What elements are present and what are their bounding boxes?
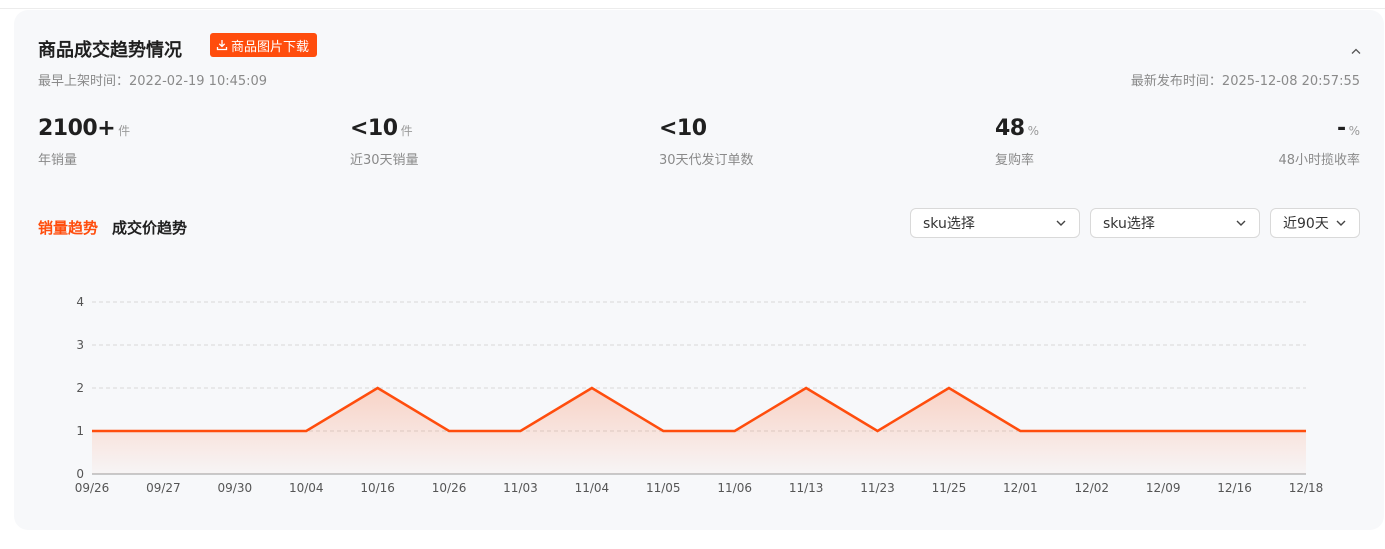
x-tick-label: 11/04 xyxy=(575,481,610,495)
y-tick-label: 2 xyxy=(76,381,84,395)
y-tick-label: 1 xyxy=(76,424,84,438)
x-tick-label: 11/03 xyxy=(503,481,538,495)
x-tick-label: 10/16 xyxy=(360,481,395,495)
x-tick-label: 12/01 xyxy=(1003,481,1038,495)
x-tick-label: 11/23 xyxy=(860,481,895,495)
x-tick-label: 12/02 xyxy=(1074,481,1109,495)
x-tick-label: 11/25 xyxy=(932,481,967,495)
x-tick-label: 11/13 xyxy=(789,481,824,495)
series-line xyxy=(92,386,1306,433)
x-tick-label: 10/04 xyxy=(289,481,324,495)
x-tick-label: 10/26 xyxy=(432,481,467,495)
x-tick-label: 12/09 xyxy=(1146,481,1181,495)
x-tick-label: 11/06 xyxy=(717,481,752,495)
trend-card: 商品成交趋势情况 商品图片下载 最早上架时间：2022-02-19 10:45:… xyxy=(14,10,1384,530)
y-tick-label: 0 xyxy=(76,467,84,481)
x-tick-label: 09/27 xyxy=(146,481,181,495)
y-tick-label: 4 xyxy=(76,295,84,309)
x-tick-label: 09/26 xyxy=(75,481,110,495)
top-divider xyxy=(0,8,1385,9)
y-tick-label: 3 xyxy=(76,338,84,352)
x-tick-label: 11/05 xyxy=(646,481,681,495)
x-tick-label: 12/18 xyxy=(1289,481,1324,495)
x-tick-label: 12/16 xyxy=(1217,481,1252,495)
x-tick-label: 09/30 xyxy=(218,481,253,495)
sales-trend-chart: 0 1 2 3 4 09/26 09/27 09/30 10/04 10/16 10/26 11/03… xyxy=(75,295,1324,495)
